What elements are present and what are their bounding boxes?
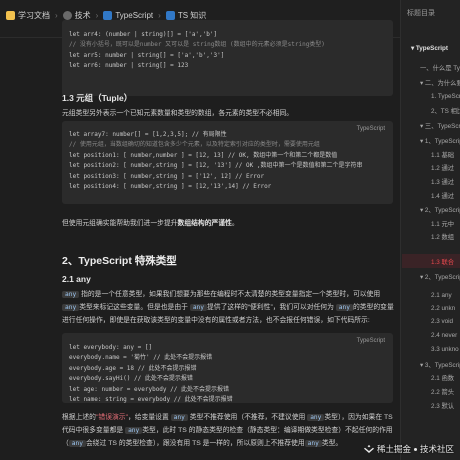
code-language-label: TypeScript	[356, 126, 385, 132]
code-line: everybody.age = 18 // 此处不会提示报错	[69, 364, 197, 372]
code-line: let arr5: number | string[] = ['a','b','…	[69, 51, 225, 59]
watermark: 稀土掘金 技术社区	[363, 443, 454, 455]
toc-item[interactable]: 1.1 元中	[431, 219, 454, 228]
inline-code-any: any	[62, 291, 80, 298]
code-line: let everybody: any = []	[69, 344, 153, 351]
code-line: let position1: [ number,number ] = [12, …	[69, 151, 338, 159]
tuple-note: 但使用元组确实能帮助我们进一步提升数组结构的严谨性。	[62, 220, 239, 227]
code-line: everybody.sayHi() // 此处不会提示报错	[69, 375, 193, 383]
inline-code-any: any	[307, 414, 325, 421]
toc-item[interactable]: ▾ 1、TypeScript	[420, 136, 460, 145]
heading-any: 2.1 any	[62, 274, 91, 284]
toc-item[interactable]: 1.3 通过	[431, 177, 454, 186]
code-line: // 没有小括号，既可以是number 又可以是 string数组 (数组中的元…	[69, 41, 325, 49]
breadcrumb-item-typescript[interactable]: TypeScript	[103, 11, 153, 20]
code-line: everybody.name = '菊竹' // 此处不会提示报错	[69, 354, 213, 362]
code-block-tuple: TypeScript let array7: number[] = [1,2,3…	[62, 121, 393, 204]
toc-item[interactable]: ▾ TypeScript	[411, 45, 448, 52]
toc-item[interactable]: ▾ 2、TypeScript	[420, 205, 460, 214]
toc-item[interactable]: 2.3 void	[431, 318, 453, 325]
inline-code-any: any	[68, 440, 86, 447]
toc-item[interactable]: 1.3 联合	[431, 257, 454, 266]
ts-icon	[103, 11, 113, 20]
code-line: let arr4: (number | string)[] = ['a','b'…	[69, 31, 218, 38]
toc-item[interactable]: 1.1 基础	[431, 150, 454, 159]
inline-code-any: any	[170, 414, 188, 421]
watermark-dot	[413, 447, 417, 451]
code-line: let array7: number[] = [1,2,3,5]; // 有局限…	[69, 131, 227, 138]
inline-code-any: any	[335, 304, 353, 311]
heading-tuple: 1.3 元组（Tuple）	[62, 93, 133, 103]
code-line: let arr6: number | string[] = 123	[69, 62, 189, 70]
inline-code-any: any	[304, 440, 322, 447]
document-main: 学习文档 › 技术 › TypeScript › TS 知识 let arr4:…	[0, 0, 400, 460]
toc-item[interactable]: 2.4 never	[431, 332, 457, 339]
toc-item[interactable]: 1. TypeScript	[431, 93, 460, 100]
toc-item[interactable]: ▾ 2、TypeScript	[420, 272, 460, 281]
code-line: let position4: [ number,string ] = [12,'…	[69, 183, 272, 191]
folder-icon	[165, 11, 175, 20]
error-demo-highlight: "错误演示"	[95, 414, 128, 421]
juejin-logo-icon	[363, 444, 374, 453]
code-line: let position2: [ number,string ] = [12, …	[69, 162, 363, 170]
gear-icon	[62, 11, 72, 20]
toc-item[interactable]: 1.2 数组	[431, 232, 454, 241]
toc-item[interactable]: 2.2 unkn	[431, 305, 455, 312]
any-description: any 指的是一个任意类型，如果我们想要为那些在编程时不太清楚的类型变量指定一个…	[62, 291, 394, 324]
inline-code-any: any	[62, 304, 80, 311]
heading-special-types: 2、TypeScript 特殊类型	[62, 255, 177, 267]
toc-item[interactable]: ▾ 二、为什么要学习	[420, 78, 460, 87]
code-line: let age: number = everybody // 此处不会提示报错	[69, 385, 229, 393]
code-line: let name: string = everybody // 此处不会提示报错	[69, 396, 233, 404]
breadcrumb-item-study-docs[interactable]: 学习文档	[6, 10, 50, 21]
toc-item[interactable]: 2、TS 相比	[431, 106, 460, 115]
toc-item[interactable]: ▾ 3、TypeScript	[420, 360, 460, 369]
code-block-array-union: let arr4: (number | string)[] = ['a','b'…	[62, 20, 393, 96]
toc-item[interactable]: 3.3 unkno	[431, 346, 459, 353]
code-block-any: TypeScript let everybody: any = [] every…	[62, 333, 393, 403]
toc-item[interactable]: 2.2 箭头	[431, 387, 454, 396]
toc-item[interactable]: 1.2 通过	[431, 163, 454, 172]
notebook-icon	[6, 11, 15, 20]
breadcrumb-separator: ›	[95, 11, 99, 20]
tuple-note-bold: 数组结构的严谨性	[177, 220, 232, 227]
code-line: // 使用元组，当数组确切的知道包含多少个元素，以及特定索引对应的类型时，需要使…	[69, 141, 320, 149]
toc-item[interactable]: 2.3 默认	[431, 401, 454, 410]
code-line: let position3: [ number,string ] = ['12'…	[69, 172, 265, 180]
inline-code-any: any	[189, 304, 208, 311]
breadcrumb-separator: ›	[158, 11, 161, 20]
tuple-description: 元组类型另外表示一个已知元素数量和类型的数组，各元素的类型不必相同。	[62, 110, 294, 117]
table-of-contents: 标题目录 ▾ TypeScript 一、什么是 TypeScript ▾ 二、为什么…	[400, 0, 460, 460]
inline-code-any: any	[125, 427, 143, 434]
breadcrumb-separator: ›	[55, 11, 58, 20]
code-language-label: TypeScript	[356, 338, 385, 344]
toc-item[interactable]: ▾ 三、TypeScript	[420, 121, 460, 130]
toc-item[interactable]: 1.4 通过	[431, 191, 454, 200]
toc-title: 标题目录	[407, 10, 435, 17]
toc-item[interactable]: 2.1 函数	[431, 373, 454, 382]
toc-item[interactable]: 2.1 any	[431, 292, 452, 299]
any-warning-note: 根据上述的"错误演示"，给变量设置 any 类型不推荐使用（不推荐，不建议使用 …	[62, 414, 393, 447]
toc-item[interactable]: 一、什么是 TypeScript	[420, 63, 460, 72]
